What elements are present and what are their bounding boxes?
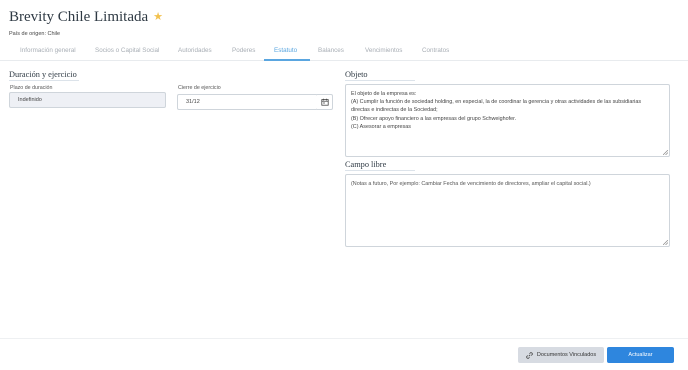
update-button[interactable]: Actualizar xyxy=(607,347,674,363)
calendar-icon xyxy=(320,98,329,106)
section-divider xyxy=(9,80,79,81)
calendar-button[interactable] xyxy=(317,94,333,110)
tab-informacion-general[interactable]: Información general xyxy=(20,47,76,54)
plazo-label: Plazo de duración xyxy=(10,85,53,91)
campo-libre-placeholder: (Notas a futuro, Por ejemplo: Cambiar Fe… xyxy=(351,181,591,187)
linked-documents-label: Documentos Vinculados xyxy=(536,352,597,358)
cierre-label: Cierre de ejercicio xyxy=(178,85,221,91)
section-title-objeto: Objeto xyxy=(345,70,368,79)
link-icon xyxy=(526,351,533,359)
update-label: Actualizar xyxy=(628,352,653,358)
objeto-textarea[interactable]: El objeto de la empresa es: (A) Cumplir … xyxy=(345,84,670,157)
tab-autoridades[interactable]: Autoridades xyxy=(178,47,212,54)
tab-vencimientos[interactable]: Vencimientos xyxy=(365,47,402,54)
section-title-campo-libre: Campo libre xyxy=(345,160,387,169)
origin-country: País de origen: Chile xyxy=(9,31,61,37)
favorite-star-icon[interactable]: ★ xyxy=(153,12,163,23)
footer-divider xyxy=(0,338,688,339)
objeto-line: (A) Cumplir la función de sociedad holdi… xyxy=(351,99,642,106)
tab-estatuto[interactable]: Estatuto xyxy=(274,47,297,54)
company-title: Brevity Chile Limitada ★ xyxy=(9,9,163,26)
tab-socios-capital[interactable]: Socios o Capital Social xyxy=(95,47,159,54)
active-tab-indicator xyxy=(264,59,310,61)
plazo-value: Indefinido xyxy=(18,97,42,103)
tab-bar: Información general Socios o Capital Soc… xyxy=(0,43,688,61)
resize-handle-icon[interactable] xyxy=(663,240,668,245)
cierre-date-input[interactable]: 31/12 xyxy=(177,94,318,110)
section-divider xyxy=(345,170,415,171)
company-name: Brevity Chile Limitada xyxy=(9,9,149,25)
tab-contratos[interactable]: Contratos xyxy=(422,47,449,54)
section-title-duracion: Duración y ejercicio xyxy=(9,70,77,79)
objeto-line: (B) Ofrecer apoyo financiero a las empre… xyxy=(351,115,517,122)
plazo-field[interactable]: Indefinido xyxy=(9,92,166,108)
objeto-line: El objeto de la empresa es: xyxy=(351,91,417,97)
section-divider xyxy=(345,80,415,81)
campo-libre-textarea[interactable]: (Notas a futuro, Por ejemplo: Cambiar Fe… xyxy=(345,174,670,247)
tab-poderes[interactable]: Poderes xyxy=(232,47,255,54)
tab-balances[interactable]: Balances xyxy=(318,47,344,54)
objeto-line: (C) Asesorar a empresas xyxy=(351,123,411,130)
cierre-value: 31/12 xyxy=(186,99,200,105)
objeto-line: directas e indirectas de la Sociedad; xyxy=(351,107,438,114)
linked-documents-button[interactable]: Documentos Vinculados xyxy=(518,347,604,363)
resize-handle-icon[interactable] xyxy=(663,150,668,155)
